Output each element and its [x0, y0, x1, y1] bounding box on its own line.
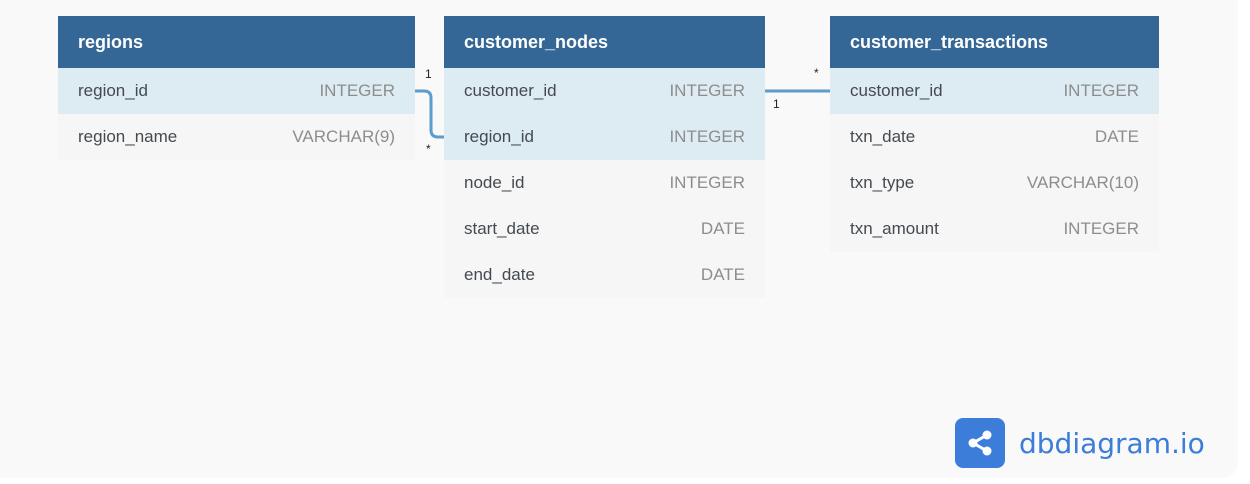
column-name: region_name — [78, 127, 178, 146]
column-type: INTEGER — [1063, 219, 1139, 238]
table-customer-transactions[interactable]: customer_transactions customer_id INTEGE… — [830, 16, 1159, 252]
column-type: VARCHAR(10) — [1026, 173, 1139, 192]
column-type: INTEGER — [669, 127, 745, 146]
column-type: DATE — [1094, 127, 1139, 146]
table-header-customer-nodes[interactable]: customer_nodes — [444, 16, 765, 68]
column-name: region_id — [464, 127, 534, 146]
column-type: DATE — [700, 265, 745, 284]
column-name: customer_id — [850, 81, 943, 100]
table-row[interactable]: txn_amount INTEGER — [830, 206, 1159, 252]
table-row[interactable]: region_id INTEGER — [444, 114, 765, 160]
column-name: txn_type — [850, 173, 915, 192]
table-regions[interactable]: regions region_id INTEGER region_name VA… — [58, 16, 415, 160]
column-type: DATE — [700, 219, 745, 238]
logo-text: dbdiagram.io — [1019, 426, 1205, 460]
table-row[interactable]: customer_id INTEGER — [830, 68, 1159, 114]
connector-regions-customer-nodes — [415, 89, 444, 139]
cardinality-regions-one: 1 — [425, 67, 432, 81]
table-row[interactable]: region_id INTEGER — [58, 68, 415, 114]
column-name: node_id — [464, 173, 525, 192]
dbdiagram-logo[interactable]: dbdiagram.io — [955, 418, 1205, 468]
table-row[interactable]: region_name VARCHAR(9) — [58, 114, 415, 160]
column-type: INTEGER — [1063, 81, 1139, 100]
column-name: txn_date — [850, 127, 916, 146]
table-row[interactable]: start_date DATE — [444, 206, 765, 252]
table-header-customer-transactions[interactable]: customer_transactions — [830, 16, 1159, 68]
column-type: INTEGER — [319, 81, 395, 100]
table-row[interactable]: txn_type VARCHAR(10) — [830, 160, 1159, 206]
column-type: INTEGER — [669, 81, 745, 100]
column-type: INTEGER — [669, 173, 745, 192]
column-name: start_date — [464, 219, 540, 238]
table-row[interactable]: txn_date DATE — [830, 114, 1159, 160]
table-customer-nodes[interactable]: customer_nodes customer_id INTEGER regio… — [444, 16, 765, 298]
column-name: customer_id — [464, 81, 557, 100]
share-icon — [955, 418, 1005, 468]
diagram-canvas: 1 * 1 * regions region_id INTEGER region… — [0, 0, 1238, 478]
table-row[interactable]: customer_id INTEGER — [444, 68, 765, 114]
table-header-regions[interactable]: regions — [58, 16, 415, 68]
column-name: region_id — [78, 81, 148, 100]
column-name: txn_amount — [850, 219, 939, 238]
column-name: end_date — [464, 265, 535, 284]
cardinality-customer-transactions-many: * — [814, 66, 819, 80]
cardinality-customer-nodes-one: 1 — [773, 97, 780, 111]
column-type: VARCHAR(9) — [292, 127, 395, 146]
cardinality-customer-nodes-many: * — [426, 142, 431, 156]
table-row[interactable]: node_id INTEGER — [444, 160, 765, 206]
table-row[interactable]: end_date DATE — [444, 252, 765, 298]
